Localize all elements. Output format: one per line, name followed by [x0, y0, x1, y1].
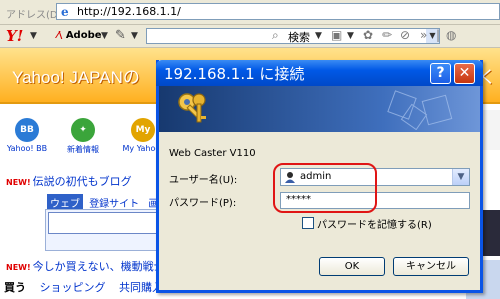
chevron-down-icon[interactable]: ▼ [347, 31, 354, 41]
header-decoration [387, 90, 453, 130]
dialog-title: 192.168.1.1 に接続 [164, 65, 305, 83]
adobe-button[interactable]: ⁄\ Adobe [57, 30, 102, 41]
puzzle-icon[interactable]: ✿ [363, 28, 373, 42]
red-highlight-annotation [273, 163, 377, 213]
service-new-info[interactable]: ✦ 新着情報 [58, 118, 108, 155]
dialog-titlebar[interactable]: 192.168.1.1 に接続 ? ✕ [156, 60, 483, 86]
address-input[interactable]: e http://192.168.1.1/ [56, 3, 500, 20]
username-label: ユーザー名(U): [169, 175, 238, 186]
my-yahoo-icon: My [131, 118, 155, 142]
adobe-icon: ⁄\ [57, 30, 66, 41]
remember-password-checkbox[interactable]: パスワードを記憶する(R) [302, 216, 432, 231]
address-label: アドレス(D) [6, 10, 62, 21]
chevron-right-icon[interactable]: » [420, 28, 427, 42]
new-info-icon: ✦ [71, 118, 95, 142]
yahoo-toolbar-logo[interactable]: Y! [6, 27, 23, 45]
adobe-label: Adobe [65, 30, 102, 41]
bookmark-icon[interactable]: ▣ [331, 28, 342, 42]
new-badge: NEW! [6, 178, 31, 187]
checkbox-box[interactable] [302, 217, 314, 229]
news-text: 伝説の初代もブログ [32, 175, 132, 188]
ie-page-icon: e [60, 5, 73, 18]
pen-icon[interactable]: ✎ [115, 28, 126, 43]
link-icon[interactable]: ⊘ [400, 28, 410, 42]
cancel-button[interactable]: キャンセル [393, 257, 469, 276]
dialog-header-banner [159, 86, 480, 132]
page-search-input[interactable] [48, 212, 162, 234]
keys-icon [178, 93, 206, 123]
chevron-down-icon[interactable]: ▼ [101, 31, 108, 41]
close-button[interactable]: ✕ [454, 63, 475, 84]
help-button[interactable]: ? [430, 63, 451, 84]
password-label: パスワード(P): [169, 198, 237, 209]
remember-label: パスワードを記憶する(R) [317, 220, 432, 231]
login-dialog: 192.168.1.1 に接続 ? ✕ Web Caster V110 ユーザー… [156, 60, 483, 293]
address-bar: アドレス(D) e http://192.168.1.1/ [0, 0, 500, 25]
new-badge: NEW! [6, 263, 31, 272]
chevron-down-icon[interactable]: ▼ [452, 169, 469, 185]
service-yahoo-bb[interactable]: BB Yahoo! BB [2, 118, 52, 153]
chevron-down-icon[interactable]: ▼ [315, 31, 322, 41]
separator: | [436, 28, 441, 42]
toolbar-search-button[interactable]: 検索 [288, 29, 310, 45]
address-url: http://192.168.1.1/ [77, 5, 181, 18]
buy-label: 買う [4, 281, 26, 294]
promo-text: 今しか買えない、機動戦士ガ [32, 260, 176, 273]
bottom-links: 買う ショッピング 共同購入 [4, 279, 173, 295]
chevron-down-icon[interactable]: ▼ [131, 31, 138, 41]
globe-icon[interactable]: ◍ [446, 28, 456, 42]
chevron-down-icon[interactable]: ▼ [30, 31, 37, 41]
news-link[interactable]: NEW! 伝説の初代もブログ [6, 173, 132, 189]
service-label: Yahoo! BB [6, 144, 48, 153]
shopping-link[interactable]: ショッピング [40, 281, 106, 294]
yahoo-bb-icon: BB [15, 118, 39, 142]
promo-link[interactable]: NEW! 今しか買えない、機動戦士ガ [6, 258, 176, 274]
banner-text: Yahoo! JAPANの [12, 68, 140, 87]
service-label: 新着情報 [67, 145, 99, 154]
svg-text:e: e [61, 5, 69, 18]
realm-text: Web Caster V110 [169, 148, 256, 159]
yahoo-toolbar: Y! ▼ ⁄\ Adobe ▼ ✎ ▼ ▼ ⌕ 検索 ▼ ▣ ▼ ✿ ✏ ⊘ »… [0, 25, 500, 48]
ok-button[interactable]: OK [319, 257, 385, 276]
magnifier-icon[interactable]: ⌕ [272, 28, 279, 43]
pencil-icon[interactable]: ✏ [382, 28, 392, 42]
